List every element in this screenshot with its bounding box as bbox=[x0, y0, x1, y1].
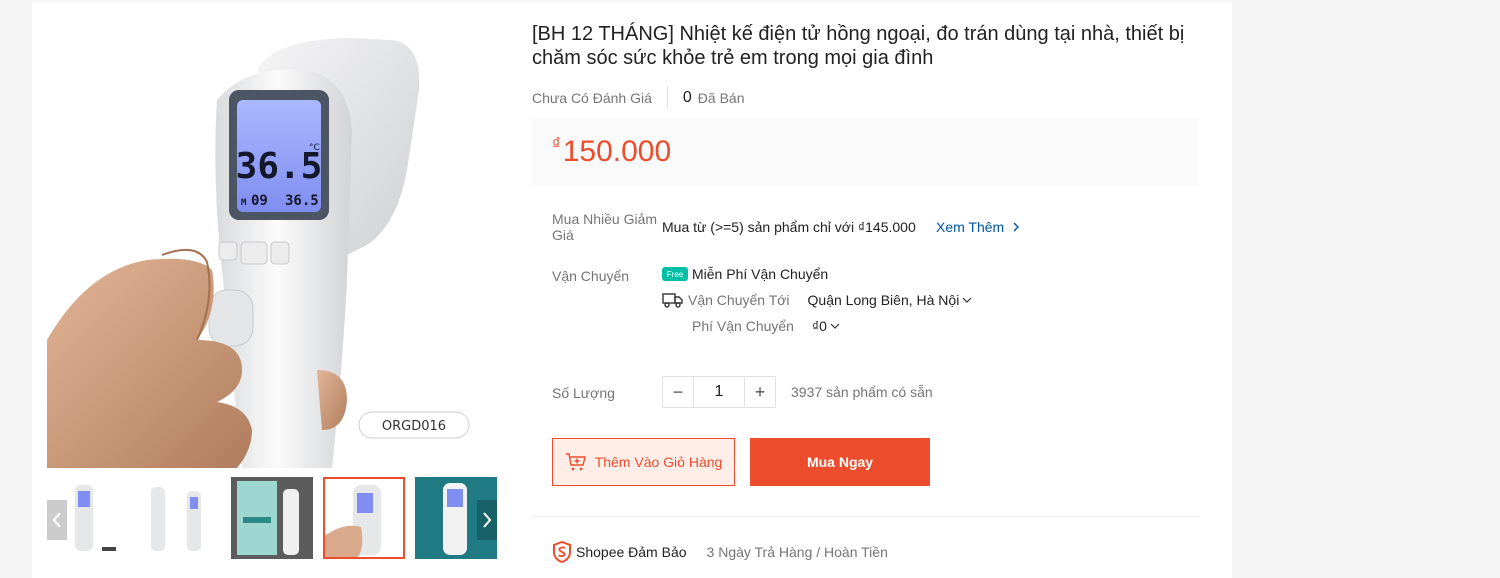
free-shipping-icon: Free bbox=[662, 267, 688, 281]
add-to-cart-label: Thêm Vào Giỏ Hàng bbox=[594, 454, 723, 470]
guarantee-policy: 3 Ngày Trả Hàng / Hoàn Tiền bbox=[706, 544, 888, 560]
shipping-label: Vận Chuyển bbox=[552, 268, 630, 284]
ship-fee-value: ₫0 bbox=[811, 318, 827, 334]
free-shipping-row: Free Miễn Phí Vận Chuyển bbox=[662, 266, 828, 282]
chevron-right-icon bbox=[1013, 222, 1020, 232]
free-shipping-text: Miễn Phí Vận Chuyển bbox=[692, 266, 829, 282]
quantity-label: Số Lượng bbox=[552, 385, 615, 401]
display-unit: °C bbox=[309, 143, 320, 153]
chevron-left-icon bbox=[52, 512, 61, 528]
ship-fee-dropdown[interactable]: ₫0 bbox=[812, 318, 840, 334]
product-title: [BH 12 THÁNG] Nhiệt kế điện tử hồng ngoạ… bbox=[532, 23, 1185, 69]
price-box: ₫ 150.000 bbox=[532, 119, 1198, 185]
price-currency: ₫ bbox=[552, 134, 561, 153]
ship-to-row: Vận Chuyển Tới Quận Long Biên, Hà Nội bbox=[662, 292, 972, 308]
quantity-stepper: − 1 + bbox=[662, 376, 776, 408]
quantity-input[interactable]: 1 bbox=[694, 376, 744, 408]
quantity-decrease-button[interactable]: − bbox=[662, 376, 694, 408]
display-last-temp: 36.5 bbox=[285, 193, 319, 209]
ship-fee-row: Phí Vận Chuyển ₫0 bbox=[692, 318, 840, 334]
truck-icon bbox=[662, 293, 683, 308]
product-card: 36.5 °C M 09 36.5 ORGD016 [BH 12 THÁNG] … bbox=[32, 2, 1232, 578]
thumbnail-2[interactable] bbox=[139, 477, 221, 559]
shopee-guarantee[interactable]: Shopee Đảm Bảo 3 Ngày Trả Hàng / Hoàn Ti… bbox=[552, 541, 888, 563]
chevron-down-icon bbox=[962, 297, 972, 303]
guarantee-brand: Shopee Đảm Bảo bbox=[576, 544, 687, 560]
cart-add-icon bbox=[565, 453, 586, 471]
ship-to-dropdown[interactable]: Quận Long Biên, Hà Nội bbox=[808, 292, 973, 308]
bulk-discount-text: Mua từ (>=5) sản phẩm chỉ với ₫145.000 bbox=[662, 219, 916, 235]
sold-label: Đã Bán bbox=[697, 90, 745, 106]
model-label: ORGD016 bbox=[382, 419, 446, 434]
ship-to-label: Vận Chuyển Tới bbox=[688, 292, 790, 308]
stock-available: 3937 sản phẩm có sẵn bbox=[791, 384, 933, 400]
buy-now-button[interactable]: Mua Ngay bbox=[750, 438, 930, 486]
rating-row: Chưa Có Đánh Giá 0 Đã Bán bbox=[532, 86, 744, 110]
thumbnail-prev-arrow[interactable] bbox=[47, 500, 67, 540]
section-divider bbox=[532, 516, 1198, 517]
add-to-cart-button[interactable]: Thêm Vào Giỏ Hàng bbox=[552, 438, 735, 486]
chevron-down-icon bbox=[830, 323, 840, 329]
product-main-image[interactable]: 36.5 °C M 09 36.5 ORGD016 bbox=[47, 10, 497, 468]
display-mem-num: 09 bbox=[251, 193, 268, 209]
ship-to-value: Quận Long Biên, Hà Nội bbox=[807, 292, 960, 308]
thumbnail-4-selected[interactable] bbox=[323, 477, 405, 559]
rating-text[interactable]: Chưa Có Đánh Giá bbox=[532, 90, 652, 106]
rating-divider bbox=[666, 86, 668, 110]
price-value: 150.000 bbox=[562, 135, 672, 168]
see-more-link[interactable]: Xem Thêm bbox=[936, 219, 1021, 235]
sold-count: 0 bbox=[682, 89, 692, 106]
bulk-discount-label: Mua Nhiều Giảm Giá bbox=[552, 211, 658, 243]
thermometer-photo: 36.5 °C M 09 36.5 ORGD016 bbox=[47, 38, 470, 468]
display-mem-label: M bbox=[241, 198, 247, 208]
ship-fee-label: Phí Vận Chuyển bbox=[692, 318, 794, 334]
thumbnail-strip bbox=[47, 477, 497, 561]
thumbnail-3[interactable] bbox=[231, 477, 313, 559]
shield-icon bbox=[553, 541, 571, 563]
thumbnail-next-arrow[interactable] bbox=[477, 500, 497, 540]
chevron-right-icon bbox=[483, 512, 492, 528]
quantity-increase-button[interactable]: + bbox=[744, 376, 776, 408]
see-more-label: Xem Thêm bbox=[936, 219, 1005, 235]
